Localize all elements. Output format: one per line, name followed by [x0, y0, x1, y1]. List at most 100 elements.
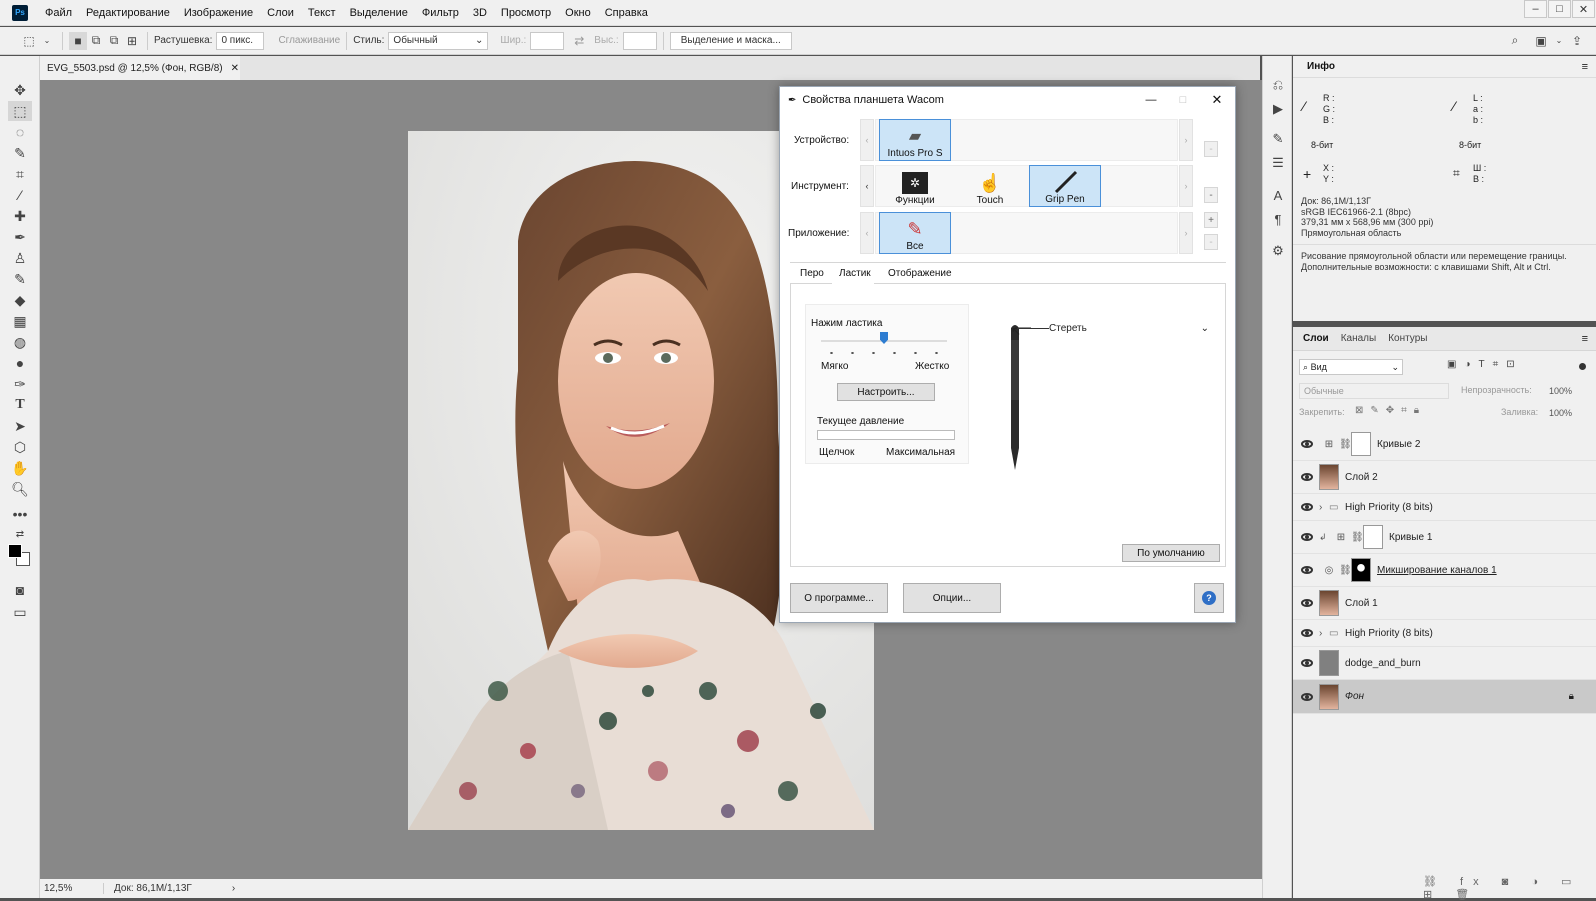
remove-tool-button[interactable]: -	[1204, 187, 1218, 203]
intersect-selection-icon[interactable]: ⊞	[123, 32, 141, 50]
layer-row[interactable]: Слой 1	[1293, 587, 1596, 620]
healing-brush-icon[interactable]: ✚	[8, 206, 32, 226]
menu-help[interactable]: Справка	[598, 7, 655, 19]
maximize-icon[interactable]: □	[1548, 0, 1571, 18]
blur-tool-icon[interactable]: ◍	[8, 332, 32, 352]
zoom-level[interactable]: 12,5%	[44, 883, 104, 894]
chevron-right-icon[interactable]: ›	[1179, 165, 1193, 207]
panel-menu-icon[interactable]: ≡	[1582, 333, 1588, 345]
adjustments-icon[interactable]: ☰	[1269, 154, 1287, 172]
marquee-tool-icon[interactable]: ⬚	[20, 32, 38, 50]
remove-device-button[interactable]: -	[1204, 141, 1218, 157]
filter-toggle-icon[interactable]	[1579, 363, 1586, 370]
move-tool-icon[interactable]: ✥	[8, 80, 32, 100]
chevron-down-icon[interactable]: ⌄	[1550, 32, 1568, 50]
eye-icon[interactable]	[1301, 692, 1313, 701]
minimize-icon[interactable]: –	[1524, 0, 1547, 18]
menu-3d[interactable]: 3D	[466, 7, 494, 19]
gradient-tool-icon[interactable]: ▦	[8, 311, 32, 331]
chevron-left-icon[interactable]: ‹	[860, 165, 874, 207]
tab-paths[interactable]: Контуры	[1382, 328, 1433, 350]
minimize-icon[interactable]: —	[1135, 94, 1167, 106]
eye-icon[interactable]	[1301, 440, 1313, 448]
properties-icon[interactable]: ⚙	[1269, 242, 1287, 260]
feather-input[interactable]: 0 пикс.	[216, 31, 265, 50]
lock-icons[interactable]: ⊠✎✥⌗🔒︎	[1355, 405, 1426, 416]
character-icon[interactable]: A	[1269, 186, 1287, 204]
eye-icon[interactable]	[1301, 533, 1313, 541]
dodge-tool-icon[interactable]: ●	[8, 353, 32, 373]
chevron-right-icon[interactable]: ›	[1319, 502, 1329, 513]
menu-edit[interactable]: Редактирование	[79, 7, 177, 19]
chevron-right-icon[interactable]: ›	[1319, 628, 1329, 639]
chevron-left-icon[interactable]: ‹	[860, 119, 874, 161]
shape-tool-icon[interactable]: ⬡	[8, 437, 32, 457]
layer-filter-icons[interactable]: ▣◑T⌗⊡	[1447, 359, 1523, 370]
add-selection-icon[interactable]: ⧉	[87, 32, 105, 50]
marquee-tool-icon[interactable]: ⬚	[8, 101, 32, 121]
share-icon[interactable]: ⇪	[1568, 32, 1586, 50]
tool-tile-functions[interactable]: ✲ Функции	[879, 165, 951, 207]
opacity-input[interactable]: 100%	[1545, 383, 1591, 399]
new-selection-icon[interactable]: ■	[69, 31, 87, 50]
tool-tile-touch[interactable]: ☝ Touch	[954, 165, 1026, 207]
quick-select-tool-icon[interactable]: ✎	[8, 143, 32, 163]
history-icon[interactable]: ⎌	[1269, 76, 1287, 94]
blend-mode-select[interactable]: Обычные	[1299, 383, 1449, 399]
eye-icon[interactable]	[1301, 566, 1313, 574]
options-button[interactable]: Опции...	[903, 583, 1001, 613]
width-input[interactable]	[530, 31, 565, 50]
menu-select[interactable]: Выделение	[343, 7, 415, 19]
pen-tool-icon[interactable]: ✑	[8, 374, 32, 394]
eye-icon[interactable]	[1301, 503, 1313, 511]
layer-group-row[interactable]: › ▭ High Priority (8 bits)	[1293, 494, 1596, 521]
more-tools-icon[interactable]: •••	[8, 504, 32, 524]
layer-row[interactable]: ↲ ⊞ ⛓ Кривые 1	[1293, 521, 1596, 554]
device-tile-intuos[interactable]: ▰ Intuos Pro S	[879, 119, 951, 161]
height-input[interactable]	[622, 31, 657, 50]
clone-stamp-icon[interactable]: ♙	[8, 248, 32, 268]
eye-icon[interactable]	[1301, 659, 1313, 667]
help-button[interactable]: ?	[1194, 583, 1224, 613]
brush-settings-icon[interactable]: ✎	[1269, 130, 1287, 148]
eyedropper-tool-icon[interactable]: ⁄	[8, 185, 32, 205]
layer-row[interactable]: ⊞ ⛓ Кривые 2	[1293, 428, 1596, 461]
menu-type[interactable]: Текст	[301, 7, 343, 19]
layer-group-row[interactable]: › ▭ High Priority (8 bits)	[1293, 620, 1596, 647]
menu-file[interactable]: Файл	[38, 7, 79, 19]
tab-info[interactable]: Инфо	[1301, 56, 1341, 78]
eraser-action-select[interactable]: Стереть ⌄	[1049, 320, 1209, 336]
panel-menu-icon[interactable]: ≡	[1582, 61, 1588, 73]
paragraph-icon[interactable]: ¶	[1269, 210, 1287, 228]
menu-filter[interactable]: Фильтр	[415, 7, 466, 19]
layer-filter-select[interactable]: ⌕ Вид ⌄	[1299, 359, 1403, 375]
screen-mode-icon[interactable]: ▭	[8, 602, 32, 622]
document-tab[interactable]: EVG_5503.psd @ 12,5% (Фон, RGB/8) ✕	[40, 56, 240, 80]
eraser-tool-icon[interactable]: ◆	[8, 290, 32, 310]
chevron-right-icon[interactable]: ›	[1179, 119, 1193, 161]
menu-window[interactable]: Окно	[558, 7, 598, 19]
search-icon[interactable]: ⌕	[1506, 32, 1524, 50]
select-and-mask-button[interactable]: Выделение и маска...	[669, 31, 792, 50]
eye-icon[interactable]	[1301, 629, 1313, 637]
chevron-right-icon[interactable]: ›	[232, 883, 235, 894]
eye-icon[interactable]	[1301, 599, 1313, 607]
tab-layers[interactable]: Слои	[1297, 328, 1335, 350]
maximize-icon[interactable]: □	[1167, 94, 1199, 106]
hand-tool-icon[interactable]: ✋	[8, 458, 32, 478]
style-select[interactable]: Обычный ⌄	[388, 31, 489, 50]
subtract-selection-icon[interactable]: ⧉	[105, 32, 123, 50]
default-button[interactable]: По умолчанию	[1122, 544, 1220, 562]
chevron-down-icon[interactable]: ⌄	[38, 32, 56, 50]
tab-pen[interactable]: Перо	[797, 268, 827, 279]
remove-application-button[interactable]: -	[1204, 234, 1218, 250]
swap-icon[interactable]: ⇄	[570, 32, 588, 50]
add-application-button[interactable]: +	[1204, 212, 1218, 228]
zoom-tool-icon[interactable]: 🔍︎	[8, 479, 32, 499]
type-tool-icon[interactable]: T	[8, 395, 32, 415]
close-icon[interactable]: ✕	[231, 63, 239, 74]
layer-row-selected[interactable]: Фон 🔒︎	[1293, 680, 1596, 714]
swap-colors-icon[interactable]: ⇄	[8, 524, 32, 544]
workspace-icon[interactable]: ▣	[1532, 32, 1550, 50]
about-button[interactable]: О программе...	[790, 583, 888, 613]
